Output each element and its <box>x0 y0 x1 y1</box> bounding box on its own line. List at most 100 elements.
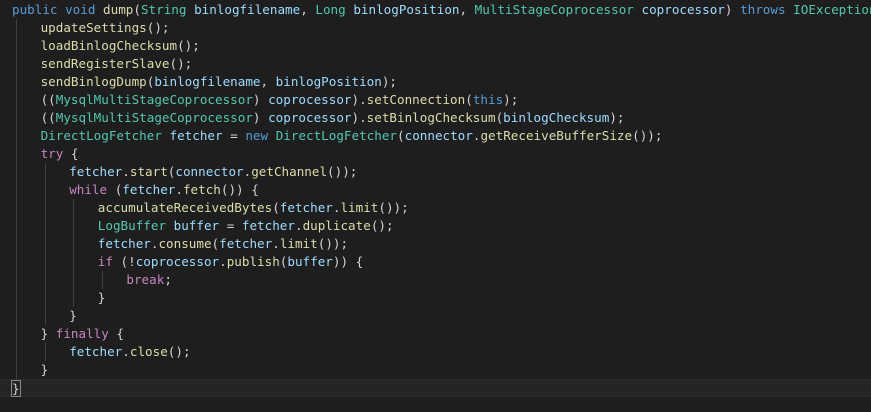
indent-guide <box>73 199 75 217</box>
code-token-plain: . <box>219 254 227 269</box>
indent-guide <box>44 235 46 253</box>
code-text: } <box>41 361 49 379</box>
code-token-plain: . <box>122 164 130 179</box>
code-token-method: getReceiveBufferSize <box>480 128 633 143</box>
code-line[interactable]: fetcher.close(); <box>0 343 871 361</box>
code-token-plain: ()) { <box>220 182 259 197</box>
code-line[interactable]: if (!coprocessor.publish(buffer)) { <box>0 253 871 271</box>
code-token-variable: connector <box>175 164 244 179</box>
indent-guide <box>44 253 46 271</box>
indent-guide <box>16 217 17 235</box>
code-token-plain: . <box>272 236 280 251</box>
code-token-variable: fetcher <box>69 164 123 179</box>
code-token-plain: )) { <box>332 254 364 269</box>
code-token-method: loadBinlogChecksum <box>40 38 178 53</box>
code-token-variable: binlogPosition <box>275 74 382 89</box>
code-token-plain: ); <box>381 74 397 89</box>
code-token-method: sendBinlogDump <box>40 74 147 89</box>
code-token-plain: . <box>294 218 303 233</box>
indent-guide <box>16 73 17 91</box>
code-line[interactable]: ((MysqlMultiStageCoprocessor) coprocesso… <box>0 109 871 127</box>
code-line[interactable]: sendBinlogDump(binlogfilename, binlogPos… <box>0 73 871 91</box>
code-token-method: limit <box>340 200 379 215</box>
code-token-method: fetch <box>182 182 221 197</box>
code-token-plain: ). <box>351 110 367 125</box>
code-line[interactable]: sendRegisterSlave(); <box>0 55 871 73</box>
code-token-plain: . <box>122 344 130 359</box>
code-line[interactable]: } <box>0 361 871 379</box>
code-line[interactable]: LogBuffer buffer = fetcher.duplicate(); <box>0 217 871 235</box>
indent-guide <box>16 55 17 73</box>
code-token-plain: ). <box>351 92 367 107</box>
code-token-plain: ); <box>609 110 625 125</box>
code-token-variable: coprocessor <box>268 92 352 107</box>
code-line[interactable]: fetcher.start(connector.getChannel()); <box>0 163 871 181</box>
code-token-keyword: throws <box>740 2 786 17</box>
code-line[interactable]: } <box>0 379 871 397</box>
indent-guide <box>16 181 17 199</box>
code-token-variable: connector <box>404 128 473 143</box>
indent-guide <box>16 343 17 361</box>
code-line[interactable]: fetcher.consume(fetcher.limit()); <box>0 235 871 253</box>
code-token-method: start <box>129 164 168 179</box>
code-text: } <box>69 307 77 325</box>
code-token-method: updateSettings <box>40 20 147 35</box>
code-line[interactable]: DirectLogFetcher fetcher = new DirectLog… <box>0 127 871 145</box>
code-token-plain: . <box>175 182 183 197</box>
indent-guide <box>16 145 17 163</box>
code-token-variable: fetcher <box>122 182 176 197</box>
code-text: accumulateReceivedBytes(fetcher.limit())… <box>98 199 409 217</box>
indent-guide <box>16 199 17 217</box>
code-token-plain: (); <box>167 344 191 359</box>
code-text: ((MysqlMultiStageCoprocessor) coprocesso… <box>41 91 519 109</box>
code-line[interactable]: public void dump(String binlogfilename, … <box>0 1 871 19</box>
code-token-plain: , <box>260 74 276 89</box>
indent-guide <box>44 163 46 181</box>
code-token-plain: (( <box>40 92 56 107</box>
code-token-method: consume <box>158 236 212 251</box>
code-line[interactable]: loadBinlogChecksum(); <box>0 37 871 55</box>
indent-guide <box>44 271 46 289</box>
code-line[interactable]: try { <box>0 145 871 163</box>
code-token-method: sendRegisterSlave <box>40 56 170 71</box>
code-token-plain: = <box>222 128 246 143</box>
code-editor[interactable]: public void dump(String binlogfilename, … <box>0 0 871 412</box>
code-text: } <box>98 289 106 307</box>
code-token-plain: { <box>108 326 125 341</box>
code-token-variable: binlogPosition <box>353 2 460 17</box>
code-token-plain: ( <box>272 200 280 215</box>
code-token-variable: coprocessor <box>268 110 352 125</box>
indent-guide <box>16 361 17 379</box>
code-token-variable: buffer <box>287 254 333 269</box>
code-token-plain: ( <box>211 236 220 251</box>
code-line[interactable]: while (fetcher.fetch()) { <box>0 181 871 199</box>
code-line[interactable]: updateSettings(); <box>0 19 871 37</box>
code-token-plain: ()); <box>327 164 358 179</box>
code-token-plain: (); <box>169 56 193 71</box>
code-text: } finally { <box>41 325 124 343</box>
code-token-method: publish <box>226 254 280 269</box>
code-token-keyword: this <box>472 92 504 107</box>
indent-guide <box>16 127 17 145</box>
code-line[interactable]: ((MysqlMultiStageCoprocessor) coprocesso… <box>0 91 871 109</box>
code-line[interactable]: } finally { <box>0 325 871 343</box>
code-token-plain: ; <box>164 272 172 287</box>
code-token-bracket: } <box>11 380 21 397</box>
code-token-plain: ( <box>107 182 123 197</box>
code-line[interactable]: break; <box>0 271 871 289</box>
code-text: DirectLogFetcher fetcher = new DirectLog… <box>41 127 663 145</box>
code-token-plain: ( <box>465 92 473 107</box>
code-token-variable: binlogfilename <box>154 74 261 89</box>
indent-guide <box>16 91 17 109</box>
code-token-plain: , <box>459 2 475 17</box>
code-token-plain: = <box>219 218 242 233</box>
code-line[interactable]: } <box>0 307 871 325</box>
code-token-variable: fetcher <box>97 236 151 251</box>
code-line[interactable]: accumulateReceivedBytes(fetcher.limit())… <box>0 199 871 217</box>
code-line[interactable]: } <box>0 289 871 307</box>
code-token-variable: fetcher <box>241 218 295 233</box>
code-token-variable: fetcher <box>219 236 273 251</box>
code-token-plain: ) <box>252 92 269 107</box>
indent-guide <box>16 271 17 289</box>
